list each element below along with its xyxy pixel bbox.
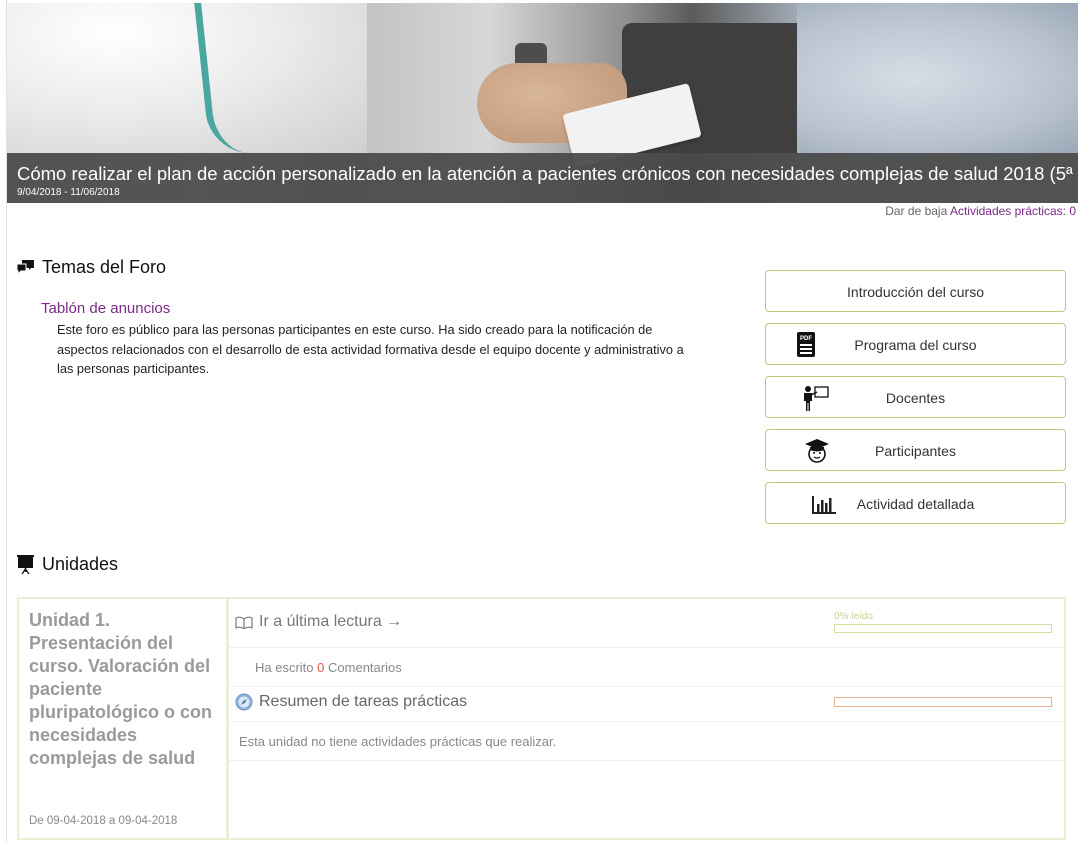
- unit-card: Unidad 1. Presentación del curso. Valora…: [17, 597, 1066, 840]
- course-intro-button[interactable]: Introducción del curso: [765, 270, 1066, 312]
- units-heading-text: Unidades: [42, 554, 119, 574]
- unit-info: Unidad 1. Presentación del curso. Valora…: [19, 599, 229, 838]
- unit-title[interactable]: Unidad 1. Presentación del curso. Valora…: [29, 609, 219, 770]
- comments-summary: Ha escrito 0 Comentarios: [255, 660, 402, 675]
- comments-count: 0: [317, 660, 325, 675]
- announcements-board-description: Este foro es público para las personas p…: [57, 322, 684, 376]
- teachers-button[interactable]: Docentes: [765, 376, 1066, 418]
- detailed-activity-button[interactable]: Actividad detallada: [765, 482, 1066, 524]
- no-tasks-message: Esta unidad no tiene actividades práctic…: [239, 734, 557, 749]
- open-book-icon: [235, 616, 253, 629]
- unit-dates: De 09-04-2018 a 09-04-2018: [29, 815, 178, 827]
- comments-suffix: Comentarios: [328, 660, 402, 675]
- practical-activities-link[interactable]: Actividades prácticas: 0: [950, 204, 1076, 218]
- unit-no-tasks-row: Esta unidad no tiene actividades práctic…: [229, 722, 1064, 761]
- unit-comments-row: Ha escrito 0 Comentarios: [229, 648, 1064, 687]
- unsubscribe-link[interactable]: Dar de baja: [885, 204, 947, 218]
- course-banner: Cómo realizar el plan de acción personal…: [7, 3, 1078, 203]
- course-intro-label: Introducción del curso: [847, 284, 984, 300]
- last-reading-link[interactable]: Ir a última lectura →: [235, 613, 402, 631]
- unit-tasks-row: Resumen de tareas prácticas: [229, 687, 1064, 722]
- announcements-board-link[interactable]: Tablón de anuncios: [41, 300, 170, 317]
- tasks-summary-label: Resumen de tareas prácticas: [259, 693, 468, 710]
- top-links: Dar de baja Actividades prácticas: 0: [885, 204, 1076, 218]
- course-program-button[interactable]: PDF Programa del curso: [765, 323, 1066, 365]
- presentation-board-icon: [17, 555, 34, 574]
- compass-icon: [235, 693, 253, 711]
- comments-prefix: Ha escrito: [255, 660, 314, 675]
- participants-button[interactable]: Participantes: [765, 429, 1066, 471]
- forum-heading: Temas del Foro: [17, 257, 166, 278]
- course-program-label: Programa del curso: [854, 337, 977, 353]
- course-title: Cómo realizar el plan de acción personal…: [17, 163, 1078, 184]
- banner-photo-patient: [797, 3, 1078, 153]
- participants-label: Participantes: [875, 443, 956, 459]
- forum-heading-text: Temas del Foro: [42, 257, 167, 277]
- read-progress-label: 0% leído: [834, 611, 873, 622]
- course-dates: 9/04/2018 - 11/06/2018: [17, 187, 120, 198]
- teachers-label: Docentes: [885, 390, 946, 406]
- tasks-progress-bar: [834, 697, 1052, 707]
- read-progress-bar: [834, 624, 1052, 633]
- tasks-summary-title[interactable]: Resumen de tareas prácticas: [235, 693, 467, 711]
- last-reading-label: Ir a última lectura →: [259, 613, 403, 630]
- units-heading: Unidades: [17, 554, 118, 575]
- unit-reading-row: Ir a última lectura → 0% leído: [229, 599, 1064, 648]
- banner-photo-doctor: [7, 3, 367, 153]
- detailed-activity-label: Actividad detallada: [856, 496, 975, 512]
- chat-bubbles-icon: [17, 260, 34, 275]
